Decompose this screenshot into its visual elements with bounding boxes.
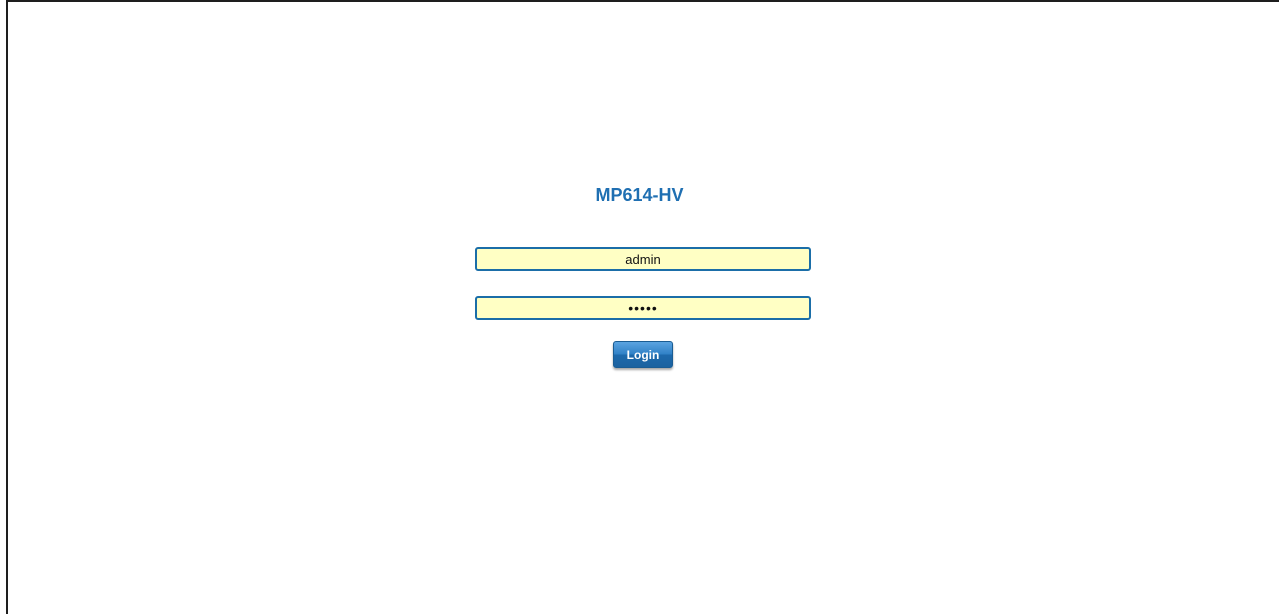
username-input[interactable] <box>475 247 811 271</box>
password-input[interactable] <box>475 296 811 320</box>
login-button[interactable]: Login <box>613 341 673 368</box>
device-title: MP614-HV <box>595 185 684 205</box>
